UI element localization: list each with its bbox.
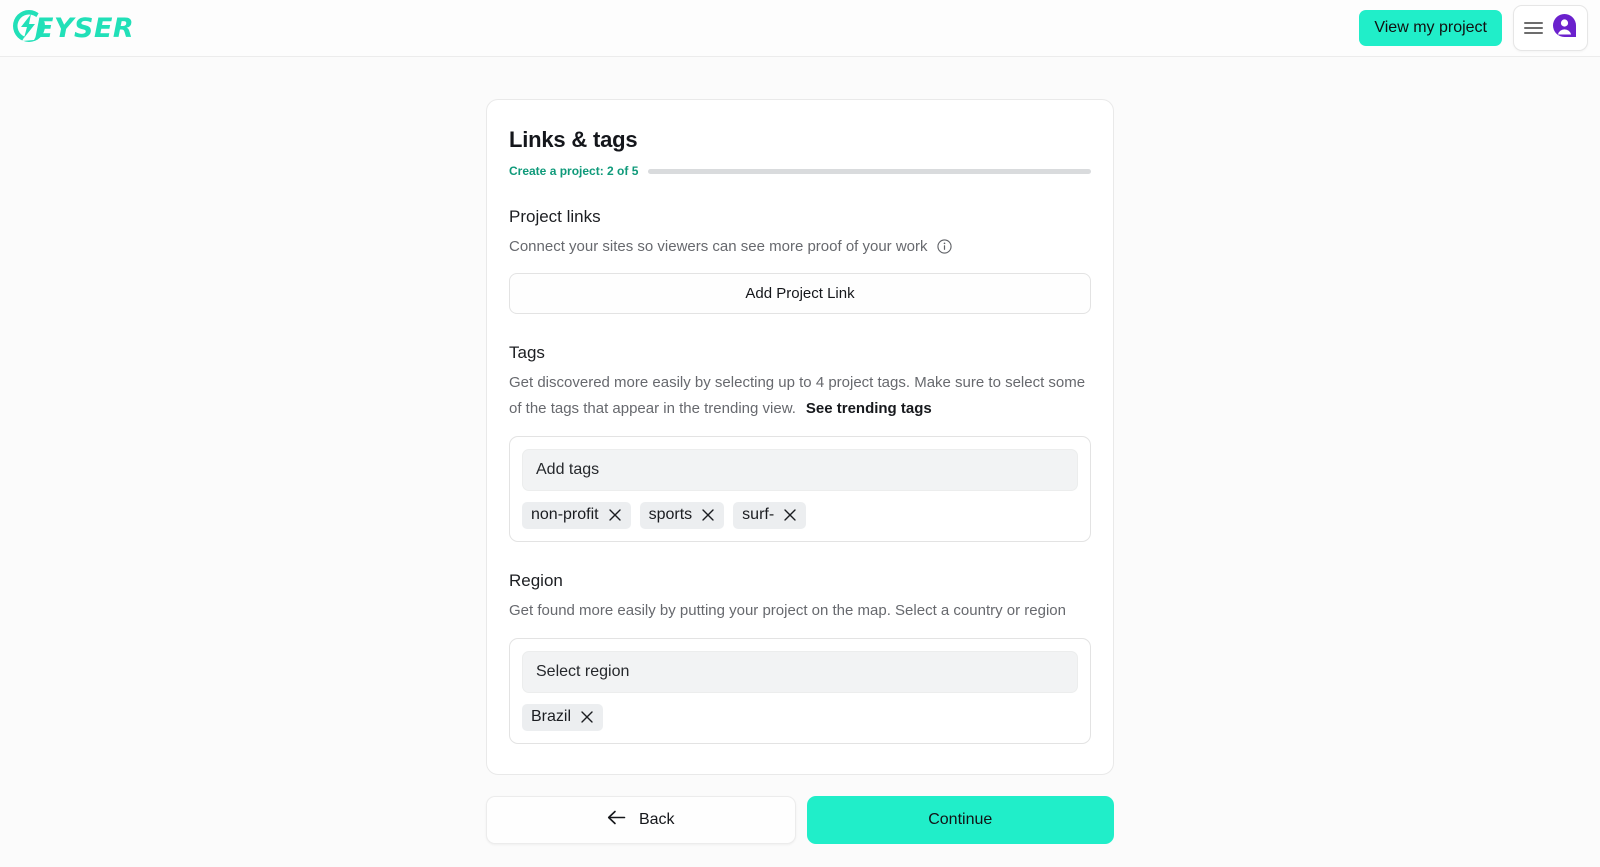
hamburger-icon[interactable] <box>1524 22 1543 34</box>
continue-button[interactable]: Continue <box>806 795 1114 844</box>
region-description: Get found more easily by putting your pr… <box>509 602 1066 620</box>
brand-logo-text: EYSER <box>35 12 135 44</box>
close-icon[interactable] <box>783 508 797 522</box>
add-tags-input[interactable]: Add tags <box>522 449 1078 492</box>
header-actions: View my project <box>1359 5 1588 51</box>
links-and-tags-card: Links & tags Create a project: 2 of 5 Pr… <box>486 99 1114 775</box>
tag-chip: non-profit <box>522 502 631 530</box>
see-trending-tags-link[interactable]: See trending tags <box>806 400 932 417</box>
project-links-heading: Project links <box>509 207 601 226</box>
region-field-box: Select region Brazil <box>509 637 1091 744</box>
select-region-input[interactable]: Select region <box>522 650 1078 693</box>
project-links-section: Project links Connect your sites so view… <box>509 207 1091 314</box>
region-section: Region Get found more easily by putting … <box>509 571 1091 744</box>
region-chip: Brazil <box>522 703 604 731</box>
menu-avatar-button[interactable] <box>1513 5 1588 51</box>
back-button[interactable]: Back <box>486 795 796 844</box>
tags-field-box: Add tags non-profit sports surf- <box>509 436 1091 543</box>
region-chip-label: Brazil <box>531 707 572 725</box>
project-links-description: Connect your sites so viewers can see mo… <box>509 234 1091 261</box>
region-chip-list: Brazil <box>522 703 1078 731</box>
user-avatar-icon[interactable] <box>1552 13 1577 43</box>
tag-chip: surf- <box>733 502 807 530</box>
back-button-label: Back <box>638 810 675 828</box>
close-icon[interactable] <box>701 508 715 522</box>
tags-section: Tags Get discovered more easily by selec… <box>509 342 1091 543</box>
tag-chip: sports <box>639 502 725 530</box>
close-icon[interactable] <box>580 710 594 724</box>
view-my-project-button[interactable]: View my project <box>1359 10 1502 46</box>
tag-chip-label: non-profit <box>531 506 599 524</box>
close-icon[interactable] <box>608 508 622 522</box>
page-title: Links & tags <box>509 127 638 152</box>
progress-track <box>648 168 1091 174</box>
brand-logo[interactable]: EYSER <box>10 7 134 50</box>
wizard-actions: Back Continue <box>486 795 1114 844</box>
tag-chip-label: sports <box>648 506 693 524</box>
tags-description-text: Get discovered more easily by selecting … <box>509 373 1086 418</box>
create-project-page: Links & tags Create a project: 2 of 5 Pr… <box>0 57 1600 844</box>
tag-chip-list: non-profit sports surf- <box>522 502 1078 530</box>
tags-heading: Tags <box>509 342 545 362</box>
region-heading: Region <box>509 571 563 591</box>
add-project-link-button[interactable]: Add Project Link <box>509 272 1091 314</box>
info-circle-icon[interactable] <box>937 239 952 254</box>
tag-chip-label: surf- <box>742 506 775 524</box>
progress-row: Create a project: 2 of 5 <box>509 164 1091 178</box>
app-header: EYSER View my project <box>0 0 1600 57</box>
progress-label: Create a project: 2 of 5 <box>509 164 639 178</box>
tags-description: Get discovered more easily by selecting … <box>509 370 1091 423</box>
project-links-description-text: Connect your sites so viewers can see mo… <box>509 238 928 255</box>
arrow-left-icon <box>607 810 626 830</box>
